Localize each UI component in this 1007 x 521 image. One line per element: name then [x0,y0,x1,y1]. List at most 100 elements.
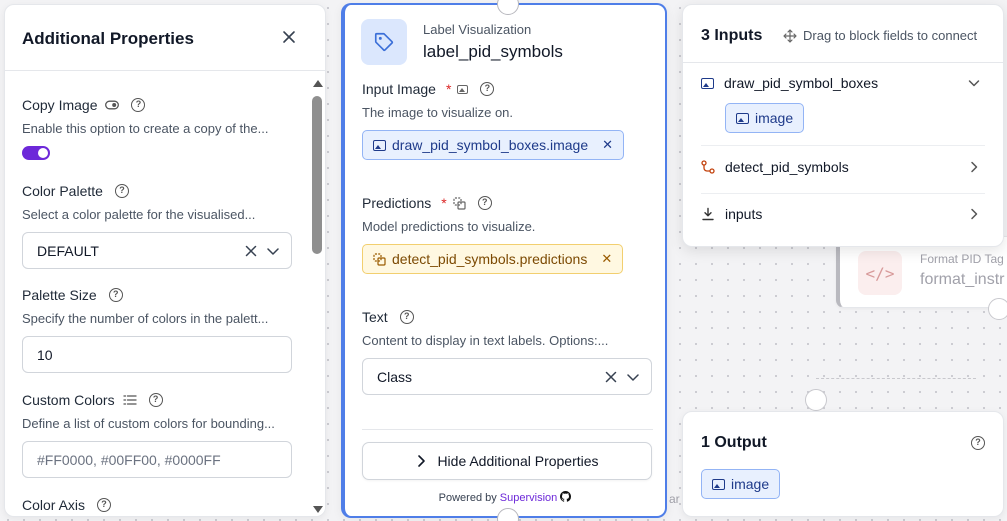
input-image-chip-label: draw_pid_symbol_boxes.image [392,137,589,153]
image-icon [701,77,714,89]
color-palette-description: Select a color palette for the visualise… [22,207,256,222]
custom-colors-description: Define a list of custom colors for bound… [22,416,275,431]
palette-size-value: 10 [37,346,53,363]
required-marker: * [445,81,452,97]
input-item-name: draw_pid_symbol_boxes [724,75,879,91]
output-image-chip-label: image [731,476,770,492]
inputs-panel: 3 Inputs Drag to block fields to connect… [682,4,1004,247]
help-icon[interactable]: ? [131,98,146,112]
chevron-down-icon[interactable] [625,369,641,385]
panel-scrollbar[interactable] [309,72,325,516]
palette-size-description: Specify the number of colors in the pale… [22,311,269,326]
help-icon[interactable]: ? [108,288,123,302]
input-item-name: detect_pid_symbols [725,159,849,175]
workflow-icon [701,160,715,174]
panel-title: Additional Properties [22,29,194,48]
additional-properties-panel: Additional Properties Copy Image ? Enabl… [4,4,326,517]
image-icon [373,139,386,151]
help-icon[interactable]: ? [399,310,414,324]
hide-additional-properties-button[interactable]: Hide Additional Properties [362,442,652,480]
input-image-chip[interactable]: draw_pid_symbol_boxes.image ✕ [362,130,625,160]
node-input-connector[interactable] [497,0,519,15]
custom-colors-placeholder: #FF0000, #00FF00, #0000FF [37,451,221,468]
background-node-name: format_instr [920,271,1005,288]
help-icon[interactable]: ? [97,498,112,512]
custom-colors-label: Custom Colors [22,392,115,408]
predictions-icon [453,196,466,210]
clear-icon[interactable] [603,369,619,385]
input-image-chip[interactable]: image [725,103,805,133]
canvas-text-fragment: ar [669,492,680,506]
color-palette-value: DEFAULT [37,242,99,259]
node-output-connector[interactable] [497,508,519,521]
chevron-down-icon[interactable] [967,76,981,90]
help-icon[interactable]: ? [480,82,495,96]
color-axis-field: Color Axis ? [22,497,292,513]
inputs-panel-header: 3 Inputs Drag to block fields to connect [683,5,1003,63]
color-palette-label: Color Palette [22,183,103,199]
help-icon[interactable]: ? [477,196,492,210]
move-icon [783,28,797,43]
remove-icon[interactable]: ✕ [601,251,612,267]
text-select[interactable]: Class [362,358,652,395]
input-image-label: Input Image [362,81,436,97]
text-label: Text [362,309,388,325]
palette-size-input[interactable]: 10 [22,336,292,373]
input-item-draw-pid-symbol-boxes[interactable]: draw_pid_symbol_boxes [701,75,985,91]
input-item-inputs[interactable]: inputs [701,206,985,222]
inputs-title: 3 Inputs [701,27,763,44]
color-axis-label: Color Axis [22,497,86,513]
drag-hint: Drag to block fields to connect [783,28,977,43]
help-icon[interactable]: ? [971,436,985,450]
text-description: Content to display in text labels. Optio… [362,333,609,348]
input-image-chip-label: image [755,110,794,126]
remove-icon[interactable]: ✕ [602,137,613,153]
scroll-thumb[interactable] [312,96,322,254]
background-node-category: Format PID Tag [920,252,1004,266]
copy-image-toggle[interactable] [22,146,50,160]
predictions-chip-label: detect_pid_symbols.predictions [392,251,588,267]
output-connector[interactable] [805,389,827,411]
text-select-value: Class [377,368,413,385]
divider [362,429,653,430]
chevron-right-icon[interactable] [967,207,981,221]
powered-by: Powered by Supervision [345,491,665,504]
scroll-down-arrow[interactable] [313,506,323,513]
input-item-name: inputs [725,206,763,222]
github-icon[interactable] [560,491,572,502]
background-node-connector[interactable] [988,298,1007,320]
divider [701,145,985,146]
close-icon[interactable] [279,27,299,47]
list-icon [122,395,137,405]
panel-body: Copy Image ? Enable this option to creat… [5,72,311,516]
clear-icon[interactable] [243,243,259,259]
color-palette-select[interactable]: DEFAULT [22,232,292,269]
help-icon[interactable]: ? [114,184,129,198]
output-title: 1 Output [701,434,767,451]
image-icon [712,478,725,490]
custom-colors-input[interactable]: #FF0000, #00FF00, #0000FF [22,441,292,478]
help-icon[interactable]: ? [148,393,163,407]
label-visualization-node[interactable]: Label Visualization label_pid_symbols In… [341,0,667,521]
predictions-field: Predictions * ? Model predictions to vis… [362,195,652,274]
chevron-down-icon[interactable] [265,243,281,259]
predictions-description: Model predictions to visualize. [362,219,536,234]
supervision-link[interactable]: Supervision [500,492,557,504]
image-icon [457,84,469,94]
chevron-right-icon [418,455,426,467]
copy-image-field: Copy Image ? Enable this option to creat… [22,97,292,160]
input-image-description: The image to visualize on. [362,105,514,120]
custom-colors-field: Custom Colors ? Define a list of custom … [22,392,292,478]
text-field: Text ? Content to display in text labels… [362,309,652,395]
palette-size-label: Palette Size [22,287,97,303]
output-image-chip[interactable]: image [701,469,781,499]
node-name: label_pid_symbols [423,42,563,61]
predictions-label: Predictions [362,195,432,211]
input-item-detect-pid-symbols[interactable]: detect_pid_symbols [701,159,985,175]
chevron-right-icon[interactable] [967,160,981,174]
scroll-up-arrow[interactable] [313,80,323,87]
copy-image-description: Enable this option to create a copy of t… [22,121,269,136]
predictions-chip[interactable]: detect_pid_symbols.predictions ✕ [362,244,624,274]
copy-image-label: Copy Image [22,97,98,113]
image-icon [736,112,749,124]
